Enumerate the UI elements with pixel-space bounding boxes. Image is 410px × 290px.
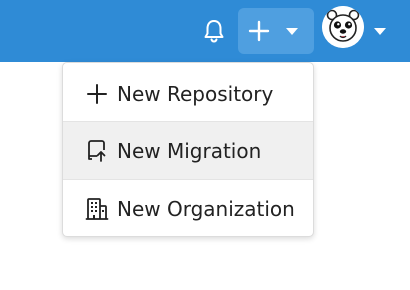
bell-icon <box>204 20 224 43</box>
chevron-down-icon <box>286 28 298 35</box>
polar-bear-avatar-icon <box>322 6 364 48</box>
menu-item-new-organization[interactable]: New Organization <box>63 180 313 236</box>
menu-item-label: New Migration <box>117 138 262 163</box>
repo-push-icon <box>84 138 110 164</box>
plus-icon <box>84 81 110 107</box>
create-new-button[interactable] <box>238 8 314 54</box>
menu-item-new-repository[interactable]: New Repository <box>63 65 313 122</box>
menu-item-new-migration[interactable]: New Migration <box>63 122 313 179</box>
menu-item-label: New Organization <box>117 196 295 221</box>
plus-icon <box>248 20 270 42</box>
create-dropdown-menu: New Repository New Migration New Organiz… <box>62 62 314 237</box>
top-navbar <box>0 0 410 62</box>
organization-icon <box>84 196 110 222</box>
menu-item-label: New Repository <box>117 81 274 106</box>
notifications-button[interactable] <box>200 16 228 46</box>
user-avatar[interactable] <box>322 6 364 48</box>
chevron-down-icon[interactable] <box>374 28 386 36</box>
